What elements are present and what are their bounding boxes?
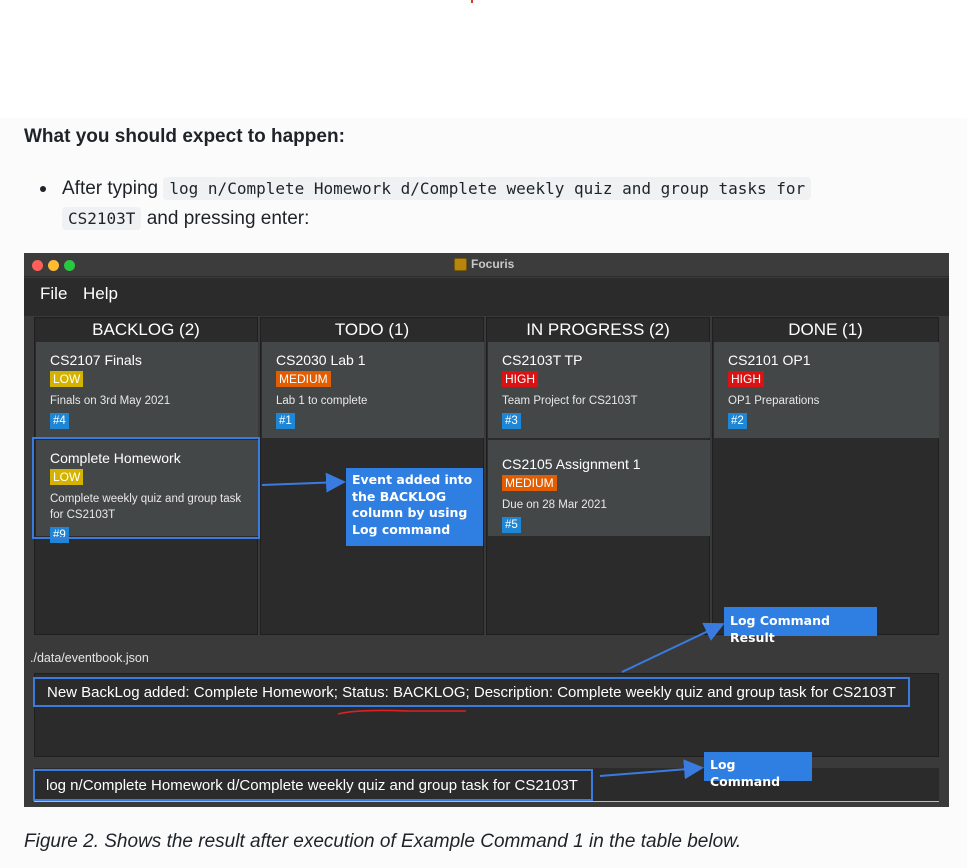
callout-line: Event added into [352, 472, 473, 487]
app-screenshot: Focuris File Help BACKLOG (2) CS2107 Fin… [24, 253, 949, 807]
app-logo-icon [454, 257, 467, 271]
result-highlight [33, 677, 910, 707]
top-accent-mark [471, 0, 473, 3]
menu-file[interactable]: File [40, 284, 67, 304]
card-description: OP1 Preparations [728, 395, 820, 407]
bullet-paragraph: After typing log n/Complete Homework d/C… [62, 174, 942, 234]
event-added-callout: Event added into the BACKLOG column by u… [346, 468, 483, 546]
card-title: CS2107 Finals [50, 352, 142, 368]
window-title-text: Focuris [471, 257, 515, 271]
card-id-badge: #1 [276, 413, 295, 429]
callout-line: the BACKLOG [352, 488, 447, 504]
card-title: CS2101 OP1 [728, 352, 811, 368]
command-code-continued: CS2103T [62, 207, 142, 230]
column-header: IN PROGRESS (2) [526, 320, 670, 339]
card-description: Finals on 3rd May 2021 [50, 395, 171, 407]
priority-badge: LOW [50, 371, 84, 387]
card-id-badge: #2 [728, 413, 747, 429]
bullet-dot [40, 186, 46, 192]
column-done: DONE (1) CS2101 OP1 HIGH OP1 Preparation… [712, 317, 939, 635]
close-window-icon[interactable] [32, 260, 43, 271]
log-result-callout: Log Command Result [724, 607, 877, 645]
menu-help[interactable]: Help [83, 284, 118, 304]
card-id-badge: #5 [502, 517, 521, 533]
menu-bar: File Help [24, 278, 949, 316]
new-card-highlight [32, 437, 260, 539]
status-bar: ./data/eventbook.json [24, 647, 949, 671]
card-description: Due on 28 Mar 2021 [502, 499, 607, 511]
command-highlight [33, 769, 593, 801]
callout-line: Log command [352, 521, 451, 537]
card-id-badge: #3 [502, 413, 521, 429]
bullet-prefix: After typing [62, 178, 159, 199]
column-in-progress: IN PROGRESS (2) CS2103T TP HIGH Team Pro… [486, 317, 710, 635]
card-description: Lab 1 to complete [276, 395, 368, 407]
bullet-suffix: and pressing enter: [146, 208, 310, 229]
priority-badge: MEDIUM [276, 371, 331, 387]
column-header: BACKLOG (2) [92, 320, 200, 339]
figure-caption: Figure 2. Shows the result after executi… [24, 831, 742, 852]
column-header: DONE (1) [788, 320, 863, 339]
card-description: Team Project for CS2103T [502, 395, 638, 407]
window-titlebar: Focuris [24, 253, 949, 277]
event-card[interactable]: CS2107 Finals LOW Finals on 3rd May 2021… [36, 342, 258, 438]
card-title: CS2103T TP [502, 352, 583, 368]
maximize-window-icon[interactable] [64, 260, 75, 271]
event-card[interactable]: CS2030 Lab 1 MEDIUM Lab 1 to complete #1 [262, 342, 484, 438]
priority-badge: MEDIUM [502, 475, 557, 491]
minimize-window-icon[interactable] [48, 260, 59, 271]
event-card[interactable]: CS2105 Assignment 1 MEDIUM Due on 28 Mar… [488, 440, 710, 536]
command-code: log n/Complete Homework d/Complete weekl… [163, 177, 812, 200]
card-title: CS2030 Lab 1 [276, 352, 366, 368]
card-title: CS2105 Assignment 1 [502, 456, 641, 472]
event-card[interactable]: CS2101 OP1 HIGH OP1 Preparations #2 [714, 342, 939, 438]
log-command-callout: Log Command [704, 752, 812, 789]
section-heading: What you should expect to happen: [24, 126, 345, 147]
callout-line: column by using [352, 505, 468, 520]
card-id-badge: #4 [50, 413, 69, 429]
window-title: Focuris [454, 257, 514, 271]
priority-badge: HIGH [728, 371, 764, 387]
event-card[interactable]: CS2103T TP HIGH Team Project for CS2103T… [488, 342, 710, 438]
column-header: TODO (1) [334, 320, 410, 339]
priority-badge: HIGH [502, 371, 538, 387]
data-file-path: ./data/eventbook.json [30, 651, 149, 665]
